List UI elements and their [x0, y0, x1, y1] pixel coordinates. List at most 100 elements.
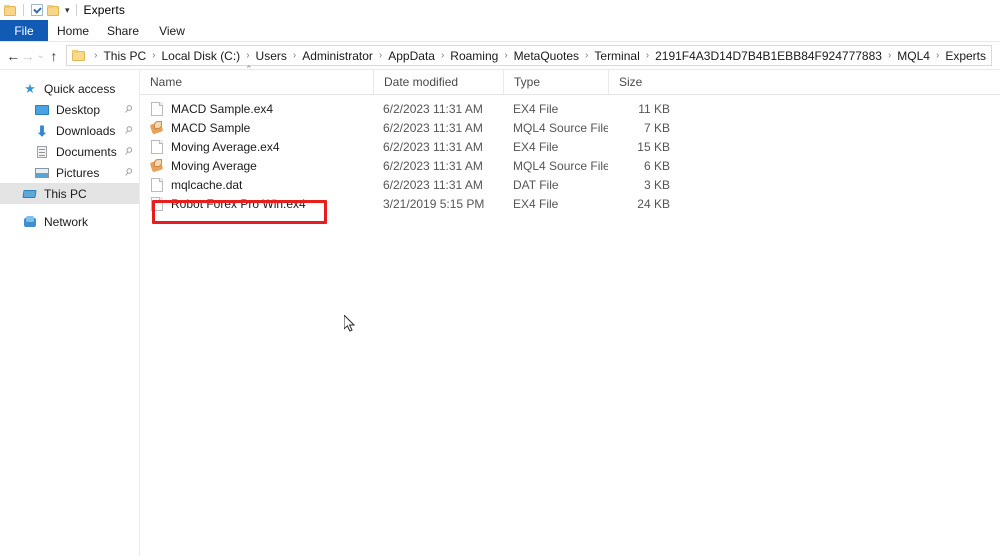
sidebar-item-label: Desktop	[56, 102, 101, 117]
file-name-cell: Moving Average.ex4	[140, 139, 373, 155]
properties-icon[interactable]	[31, 4, 43, 16]
file-name-label: MACD Sample.ex4	[171, 101, 274, 116]
sidebar-item-label: Downloads	[56, 123, 116, 138]
file-type-cell: EX4 File	[513, 196, 559, 211]
file-page-icon	[150, 177, 164, 193]
file-name-label: Moving Average	[171, 158, 257, 173]
file-page-icon	[150, 139, 164, 155]
table-row[interactable]: MACD Sample.ex4 6/2/2023 11:31 AM EX4 Fi…	[140, 99, 1000, 118]
file-page-icon	[150, 101, 164, 117]
toolbar-divider	[23, 4, 24, 16]
sidebar-item-this-pc[interactable]: This PC	[0, 183, 139, 204]
table-row[interactable]: MACD Sample 6/2/2023 11:31 AM MQL4 Sourc…	[140, 118, 1000, 137]
breadcrumb-item-this-pc[interactable]: This PC	[102, 49, 147, 63]
title-bar: ▾ Experts	[0, 0, 1000, 20]
breadcrumb[interactable]: › This PC › Local Disk (C:) › Users › Ad…	[66, 45, 992, 66]
column-header-size[interactable]: Size	[608, 70, 678, 94]
table-row[interactable]: mqlcache.dat 6/2/2023 11:31 AM DAT File …	[140, 175, 1000, 194]
file-date-cell: 6/2/2023 11:31 AM	[383, 177, 483, 192]
breadcrumb-item-mql4[interactable]: MQL4	[896, 49, 931, 63]
back-button[interactable]: ←	[6, 45, 20, 67]
pin-icon[interactable]: ⚲	[121, 103, 134, 116]
file-name-label: Robot Forex Pro Win.ex4	[171, 196, 306, 211]
pin-icon[interactable]: ⚲	[121, 145, 134, 158]
file-list-pane: ⌃ Name Date modified Type Size MACD Samp…	[140, 65, 1000, 556]
star-icon: ★	[24, 80, 36, 96]
forward-button: →	[20, 47, 35, 64]
sidebar-item-network[interactable]: Network	[0, 211, 139, 232]
downloads-icon: ⬇	[36, 122, 48, 139]
mql4-source-icon	[150, 120, 164, 136]
file-size-cell: 6 KB	[643, 158, 670, 173]
window-title: Experts	[83, 3, 125, 17]
sidebar-item-documents[interactable]: Documents ⚲	[0, 141, 139, 162]
pin-icon[interactable]: ⚲	[121, 166, 134, 179]
sort-ascending-icon: ⌃	[245, 64, 253, 74]
sidebar-item-downloads[interactable]: ⬇ Downloads ⚲	[0, 120, 139, 141]
tab-view[interactable]: View	[148, 20, 196, 41]
sidebar-item-desktop[interactable]: Desktop ⚲	[0, 99, 139, 120]
breadcrumb-item-roaming[interactable]: Roaming	[449, 49, 499, 63]
folder-icon[interactable]	[4, 4, 16, 16]
breadcrumb-separator: ›	[585, 50, 589, 61]
title-divider	[75, 4, 77, 16]
sidebar-item-label: Pictures	[56, 165, 100, 180]
network-icon	[22, 214, 38, 230]
chevron-down-icon[interactable]: ▾	[65, 5, 70, 15]
file-name-cell: Moving Average	[140, 158, 373, 174]
new-folder-icon[interactable]	[47, 4, 59, 16]
file-size-cell: 15 KB	[637, 139, 670, 154]
documents-icon	[34, 144, 50, 160]
explorer-body: ★ Quick access Desktop ⚲ ⬇ Downloads ⚲ D…	[0, 65, 1000, 556]
file-size-cell: 7 KB	[643, 120, 670, 135]
tab-file[interactable]: File	[0, 20, 48, 41]
breadcrumb-separator: ›	[152, 50, 156, 61]
file-type-cell: MQL4 Source File	[513, 158, 608, 173]
file-date-cell: 6/2/2023 11:31 AM	[383, 158, 483, 173]
column-header-date-modified[interactable]: Date modified	[373, 70, 503, 94]
file-date-cell: 6/2/2023 11:31 AM	[383, 139, 483, 154]
column-header-name[interactable]: ⌃ Name	[140, 65, 373, 94]
breadcrumb-separator: ›	[440, 50, 445, 61]
desktop-icon	[34, 102, 50, 118]
file-page-icon	[150, 196, 164, 212]
file-size-cell: 3 KB	[643, 177, 670, 192]
recent-locations-button[interactable]: ⌄	[35, 45, 47, 67]
breadcrumb-separator: ›	[292, 50, 297, 61]
tab-home[interactable]: Home	[48, 20, 98, 41]
pin-icon[interactable]: ⚲	[121, 124, 134, 137]
breadcrumb-item-administrator[interactable]: Administrator	[301, 49, 374, 63]
breadcrumb-item-local-disk[interactable]: Local Disk (C:)	[161, 49, 242, 63]
table-row[interactable]: Robot Forex Pro Win.ex4 3/21/2019 5:15 P…	[140, 194, 1000, 213]
breadcrumb-separator: ›	[935, 50, 940, 61]
up-button[interactable]: ↑	[47, 45, 61, 67]
file-date-cell: 3/21/2019 5:15 PM	[383, 196, 485, 211]
tab-share[interactable]: Share	[98, 20, 148, 41]
sidebar-item-label: Documents	[56, 144, 117, 159]
mql4-source-icon	[150, 158, 164, 174]
breadcrumb-separator: ›	[246, 50, 250, 61]
column-header-type[interactable]: Type	[503, 70, 608, 94]
file-name-cell: MACD Sample.ex4	[140, 101, 373, 117]
breadcrumb-item-metaquotes[interactable]: MetaQuotes	[513, 49, 580, 63]
breadcrumb-item-users[interactable]: Users	[255, 49, 288, 63]
table-row[interactable]: Moving Average.ex4 6/2/2023 11:31 AM EX4…	[140, 137, 1000, 156]
sidebar-item-pictures[interactable]: Pictures ⚲	[0, 162, 139, 183]
breadcrumb-separator: ›	[645, 50, 650, 61]
file-name-label: mqlcache.dat	[171, 177, 243, 192]
file-name-label: Moving Average.ex4	[171, 139, 280, 154]
breadcrumb-item-terminal[interactable]: Terminal	[593, 49, 640, 63]
sidebar-item-label: Network	[44, 214, 89, 229]
breadcrumb-item-terminal-id[interactable]: 2191F4A3D14D7B4B1EBB84F924777883	[654, 49, 883, 63]
ribbon-tabs: File Home Share View	[0, 20, 1000, 42]
sidebar-item-label: Quick access	[44, 81, 116, 96]
breadcrumb-item-experts[interactable]: Experts	[944, 49, 987, 63]
file-type-cell: EX4 File	[513, 139, 559, 154]
pictures-icon	[34, 165, 50, 181]
table-row[interactable]: Moving Average 6/2/2023 11:31 AM MQL4 So…	[140, 156, 1000, 175]
sidebar-item-quick-access[interactable]: ★ Quick access	[0, 78, 139, 99]
file-name-label: MACD Sample	[171, 120, 251, 135]
breadcrumb-separator: ›	[887, 50, 892, 61]
breadcrumb-item-appdata[interactable]: AppData	[387, 49, 436, 63]
file-size-cell: 24 KB	[637, 196, 670, 211]
